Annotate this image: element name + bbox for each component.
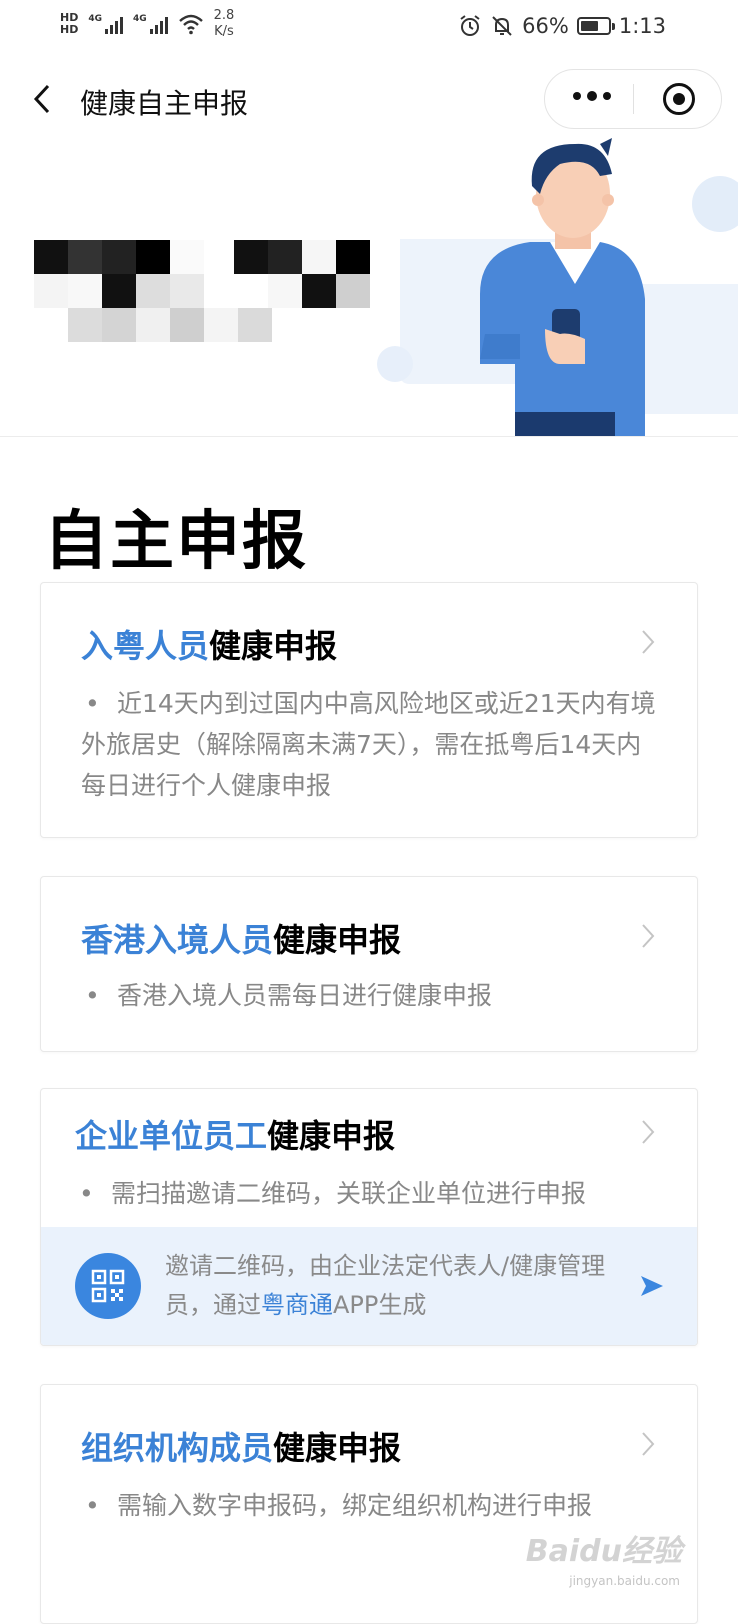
qr-note-after: APP生成 bbox=[333, 1291, 427, 1319]
alarm-icon bbox=[460, 15, 480, 36]
nav-bar: 健康自主申报 bbox=[0, 64, 738, 134]
baidu-watermark: Baidu经验 bbox=[525, 1534, 682, 1569]
card-title-highlight: 入粤人员 bbox=[81, 627, 210, 665]
card-organization-member[interactable]: 组织机构成员健康申报 • 需输入数字申报码，绑定组织机构进行申报 bbox=[40, 1384, 698, 1624]
qr-invite-panel[interactable]: 邀请二维码，由企业法定代表人/健康管理员，通过粤商通APP生成 bbox=[41, 1227, 697, 1345]
capsule-divider bbox=[633, 84, 634, 114]
card-guangdong-entry[interactable]: 入粤人员健康申报 • 近14天内到过国内中高风险地区或近21天内有境外旅居史（解除… bbox=[40, 582, 698, 838]
more-dots-icon[interactable] bbox=[573, 91, 611, 101]
bullet: • bbox=[79, 1179, 94, 1208]
clock-time: 1:13 bbox=[618, 14, 666, 38]
yueshangtong-link[interactable]: 粤商通 bbox=[261, 1291, 333, 1319]
status-bar: HD HD 4G 4G 2.8 K/s 66% 1:13 bbox=[0, 0, 738, 56]
card-description: • 需输入数字申报码，绑定组织机构进行申报 bbox=[81, 1485, 661, 1526]
card-description: • 香港入境人员需每日进行健康申报 bbox=[81, 975, 661, 1016]
battery-fill bbox=[580, 21, 598, 31]
card-title-rest: 健康申报 bbox=[209, 627, 338, 665]
page-title: 自主申报 bbox=[44, 505, 308, 579]
card-description-text: 需输入数字申报码，绑定组织机构进行申报 bbox=[117, 1491, 593, 1520]
signal-icon-2: 4G bbox=[133, 14, 168, 34]
close-target-icon[interactable] bbox=[663, 83, 695, 115]
speed-value: 2.8 bbox=[213, 8, 235, 23]
card-hongkong-entry[interactable]: 香港入境人员健康申报 • 香港入境人员需每日进行健康申报 bbox=[40, 876, 698, 1052]
card-title-highlight: 企业单位员工 bbox=[75, 1117, 268, 1155]
nav-title: 健康自主申报 bbox=[80, 87, 249, 120]
status-left: HD HD 4G 4G 2.8 K/s bbox=[60, 8, 234, 40]
card-title: 入粤人员健康申报 bbox=[81, 621, 337, 667]
bullet: • bbox=[85, 689, 100, 718]
network-speed: 2.8 K/s bbox=[214, 8, 235, 40]
status-right: 66% 1:13 bbox=[458, 14, 666, 38]
bullet: • bbox=[85, 981, 100, 1010]
hd-badges: HD HD bbox=[60, 12, 78, 36]
chevron-right-icon bbox=[642, 1120, 655, 1144]
card-title-rest: 健康申报 bbox=[273, 921, 402, 959]
chevron-right-icon bbox=[642, 1432, 655, 1456]
card-title: 企业单位员工健康申报 bbox=[75, 1111, 395, 1157]
card-description-text: 需扫描邀请二维码，关联企业单位进行申报 bbox=[111, 1179, 587, 1208]
card-description: • 需扫描邀请二维码，关联企业单位进行申报 bbox=[75, 1173, 675, 1214]
card-description-text: 近14天内到过国内中高风险地区或近21天内有境外旅居史（解除隔离未满7天），需在… bbox=[81, 689, 656, 800]
qr-invite-text: 邀请二维码，由企业法定代表人/健康管理员，通过粤商通APP生成 bbox=[165, 1247, 625, 1325]
hd-badge-2: HD bbox=[60, 23, 79, 36]
battery-percent: 66% bbox=[522, 14, 569, 38]
signal-icon-1: 4G bbox=[88, 14, 123, 34]
card-title-highlight: 香港入境人员 bbox=[81, 921, 274, 959]
mute-bell-icon bbox=[492, 16, 512, 36]
card-title: 组织机构成员健康申报 bbox=[81, 1423, 401, 1469]
chevron-right-icon bbox=[642, 630, 655, 654]
card-title: 香港入境人员健康申报 bbox=[81, 915, 401, 961]
card-title-highlight: 组织机构成员 bbox=[81, 1429, 274, 1467]
bullet: • bbox=[85, 1491, 100, 1520]
speed-unit: K/s bbox=[214, 24, 234, 39]
qr-code-icon bbox=[75, 1253, 141, 1319]
miniprogram-capsule bbox=[544, 69, 722, 129]
send-arrow-icon[interactable] bbox=[639, 1273, 665, 1299]
card-title-rest: 健康申报 bbox=[273, 1429, 402, 1467]
baidu-watermark-url: jingyan.baidu.com bbox=[569, 1574, 680, 1588]
card-title-rest: 健康申报 bbox=[267, 1117, 396, 1155]
wifi-icon bbox=[178, 14, 203, 35]
card-description: • 近14天内到过国内中高风险地区或近21天内有境外旅居史（解除隔离未满7天），需… bbox=[81, 683, 661, 806]
chevron-right-icon bbox=[642, 924, 655, 948]
network-type-1: 4G bbox=[88, 14, 102, 24]
banner-divider bbox=[0, 436, 738, 437]
back-arrow-icon[interactable] bbox=[28, 82, 62, 116]
card-description-text: 香港入境人员需每日进行健康申报 bbox=[117, 981, 493, 1010]
network-type-2: 4G bbox=[133, 14, 147, 24]
card-enterprise-staff[interactable]: 企业单位员工健康申报 •需扫描邀请二维码，关联企业单位进行申报 邀请二维码，由 bbox=[40, 1088, 698, 1346]
battery-icon bbox=[576, 17, 615, 35]
